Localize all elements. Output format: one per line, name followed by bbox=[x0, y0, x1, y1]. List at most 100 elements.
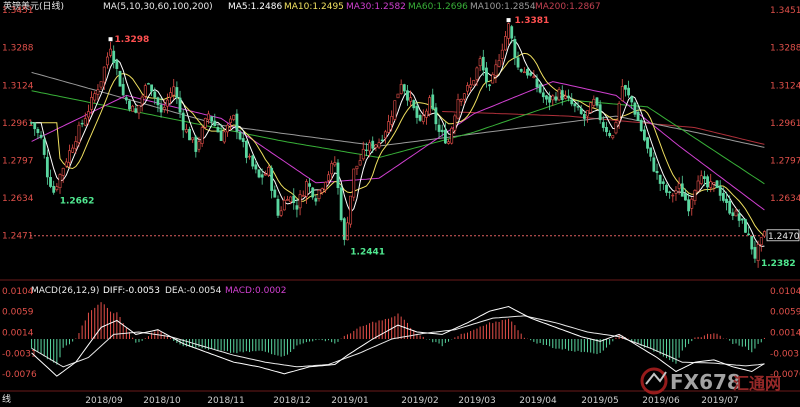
candle-body bbox=[475, 67, 479, 80]
candle-body bbox=[440, 129, 444, 133]
candle-body bbox=[665, 184, 668, 193]
ma10-value: MA10:1.2495 bbox=[284, 2, 344, 12]
price-tick-label-left: 1.2961 bbox=[2, 119, 34, 129]
candle-body bbox=[633, 102, 637, 115]
logo-cn: 汇通网 bbox=[733, 374, 781, 393]
time-tick-label: 2018/09 bbox=[85, 396, 123, 406]
price-tick-label-left: 1.2634 bbox=[2, 194, 34, 204]
candle-body bbox=[409, 97, 413, 102]
candle-body bbox=[169, 92, 172, 98]
ma60-value: MA60:1.2696 bbox=[408, 2, 468, 12]
candle-body bbox=[289, 196, 293, 203]
macd-label: MACD(26,12,9) bbox=[31, 286, 99, 296]
candle-body bbox=[342, 218, 346, 240]
candle-body bbox=[131, 105, 135, 112]
macd-tick-label-right: -0.0031 bbox=[770, 349, 800, 359]
candle-body bbox=[579, 108, 583, 114]
forex-daily-chart: 英镑美元(日线) MA(5,10,30,60,100,200) MA5:1.24… bbox=[0, 0, 800, 407]
candle-body bbox=[254, 164, 258, 170]
candle-body bbox=[355, 165, 359, 170]
candle-body bbox=[83, 118, 87, 126]
candle-body bbox=[677, 183, 681, 189]
candle-body bbox=[371, 140, 375, 149]
candle-body bbox=[49, 177, 52, 187]
candle-body bbox=[36, 129, 40, 134]
candle-body bbox=[311, 187, 315, 198]
candle-body bbox=[649, 147, 653, 157]
candle-body bbox=[137, 105, 141, 114]
candle-body bbox=[466, 85, 469, 92]
macd-diff-value: DIFF:-0.0053 bbox=[103, 286, 160, 296]
candle-body bbox=[99, 81, 103, 88]
candle-body bbox=[358, 160, 362, 166]
candle-body bbox=[567, 95, 570, 99]
candle-body bbox=[690, 198, 694, 209]
candle-body bbox=[687, 199, 691, 212]
candle-body bbox=[696, 180, 700, 192]
candle-body bbox=[750, 236, 754, 250]
candle-body bbox=[383, 131, 387, 139]
candle-body bbox=[181, 112, 185, 131]
candle-body bbox=[617, 103, 621, 122]
candle-body bbox=[162, 107, 166, 110]
max-price-label: 1.3381 bbox=[515, 16, 550, 26]
macd-tick-label-left: 0.0014 bbox=[2, 329, 34, 339]
candle-body bbox=[257, 169, 261, 178]
candle-body bbox=[390, 116, 394, 125]
candle-body bbox=[684, 193, 687, 201]
candle-body bbox=[425, 110, 428, 118]
candle-body bbox=[339, 187, 343, 221]
candle-body bbox=[105, 56, 109, 66]
candle-body bbox=[273, 189, 277, 198]
candlestick bbox=[744, 218, 747, 233]
candle-body bbox=[143, 85, 147, 97]
candle-body bbox=[134, 108, 138, 113]
candle-body bbox=[349, 195, 353, 225]
candle-body bbox=[235, 113, 239, 132]
candle-body bbox=[582, 113, 586, 119]
candle-body bbox=[226, 124, 229, 133]
high-b-marker bbox=[108, 37, 113, 42]
candle-body bbox=[538, 84, 542, 93]
candle-body bbox=[598, 104, 602, 121]
candle-body bbox=[219, 130, 223, 141]
corner-label: 线 bbox=[2, 393, 11, 405]
candle-body bbox=[39, 134, 43, 138]
candle-body bbox=[222, 131, 226, 143]
time-tick-label: 2019/04 bbox=[519, 396, 557, 406]
candle-body bbox=[611, 135, 615, 139]
candle-body bbox=[232, 114, 236, 120]
candle-body bbox=[276, 198, 280, 216]
candlestick bbox=[472, 79, 476, 86]
candle-body bbox=[93, 93, 97, 101]
candlestick bbox=[428, 95, 431, 117]
candle-body bbox=[453, 115, 457, 131]
candle-body bbox=[207, 113, 210, 121]
candle-body bbox=[728, 200, 732, 214]
candle-body bbox=[418, 115, 422, 121]
candle-body bbox=[620, 86, 624, 101]
candle-body bbox=[646, 137, 649, 149]
high-b-label: 1.3298 bbox=[115, 35, 150, 45]
time-tick-label: 2019/05 bbox=[581, 396, 618, 406]
candle-body bbox=[519, 69, 523, 72]
candle-body bbox=[150, 84, 154, 92]
candle-body bbox=[595, 97, 599, 106]
candle-body bbox=[614, 121, 618, 134]
candle-body bbox=[77, 124, 81, 143]
price-tick-label-left: 1.3288 bbox=[2, 44, 34, 54]
candle-body bbox=[608, 132, 612, 137]
candle-body bbox=[636, 111, 640, 121]
candle-body bbox=[352, 168, 356, 198]
candle-body bbox=[450, 127, 454, 144]
candlestick bbox=[352, 168, 356, 202]
candle-body bbox=[721, 192, 725, 201]
candle-body bbox=[630, 96, 634, 103]
candle-body bbox=[431, 94, 435, 110]
price-tick-label-left: 1.2797 bbox=[2, 157, 34, 167]
candle-body bbox=[718, 185, 722, 196]
candle-body bbox=[503, 36, 507, 51]
candle-body bbox=[740, 218, 744, 221]
candle-body bbox=[601, 122, 605, 128]
candle-body bbox=[437, 124, 441, 132]
